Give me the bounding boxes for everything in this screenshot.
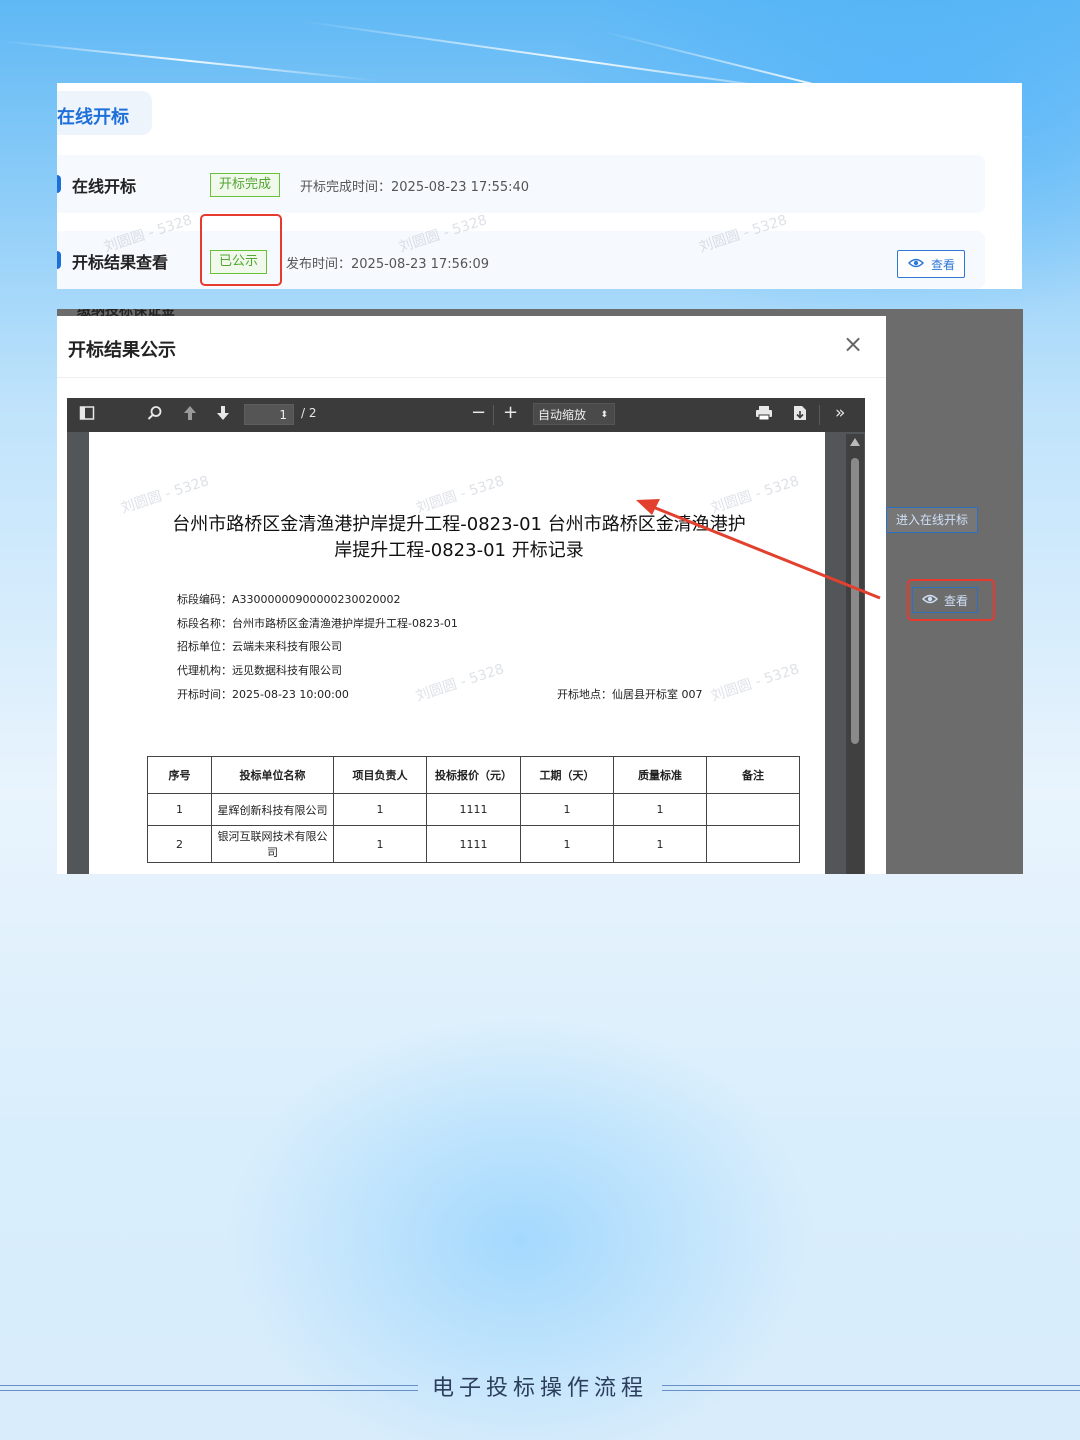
zoom-in-icon[interactable]: + — [503, 402, 518, 423]
column-header: 序号 — [147, 756, 212, 794]
result-modal: 开标结果公示 × 1 / 2 − + 自动缩放 ⬍ » 台州市路桥区金清渔港护岸… — [57, 316, 886, 874]
pdf-toolbar: 1 / 2 − + 自动缩放 ⬍ » — [67, 398, 865, 432]
open-time: 开标时间：2025-08-23 10:00:00 — [177, 688, 349, 701]
watermark: 刘圆圆 - 5328 — [709, 473, 802, 517]
table-cell: 1 — [520, 825, 614, 863]
eye-icon — [907, 257, 925, 272]
close-icon[interactable]: × — [843, 332, 863, 356]
table-cell — [706, 825, 800, 863]
column-header: 质量标准 — [613, 756, 707, 794]
bid-record-table: 序号 投标单位名称 项目负责人 投标报价（元） 工期（天） 质量标准 备注 1 — [147, 756, 800, 863]
scrollbar[interactable] — [846, 434, 864, 874]
table-header-row: 序号 投标单位名称 项目负责人 投标报价（元） 工期（天） 质量标准 备注 — [147, 756, 800, 794]
select-arrows-icon: ⬍ — [600, 410, 608, 420]
open-place: 开标地点：仙居县开标室 007 — [557, 688, 703, 701]
view-button[interactable]: 查看 — [897, 250, 965, 278]
column-header: 项目负责人 — [333, 756, 427, 794]
column-header: 工期（天） — [520, 756, 614, 794]
table-cell: 1 — [520, 793, 614, 826]
status-badge: 开标完成 — [210, 173, 281, 197]
table-cell: 银河互联网技术有限公司 — [211, 825, 334, 863]
section-name: 标段名称：台州市路桥区金清渔港护岸提升工程-0823-01 — [177, 617, 458, 630]
table-cell: 1 — [613, 825, 707, 863]
row-indicator — [57, 175, 61, 193]
divider — [493, 405, 494, 425]
table-cell: 1 — [613, 793, 707, 826]
divider — [819, 405, 820, 425]
zoom-out-icon[interactable]: − — [471, 402, 486, 423]
watermark: 刘圆圆 - 5328 — [709, 661, 802, 705]
highlight-box — [200, 214, 282, 286]
print-icon[interactable] — [755, 405, 773, 425]
page-total: / 2 — [301, 406, 317, 420]
search-icon[interactable] — [147, 405, 163, 425]
page-number-input[interactable]: 1 — [244, 404, 294, 425]
watermark: 刘圆圆 - 5328 — [414, 473, 507, 517]
table-row: 2 银河互联网技术有限公司 1 1111 1 1 — [147, 825, 800, 863]
pdf-viewer: 台州市路桥区金清渔港护岸提升工程-0823-01 台州市路桥区金清渔港护 岸提升… — [67, 432, 865, 874]
watermark: 刘圆圆 - 5328 — [414, 661, 507, 705]
divider — [57, 377, 886, 378]
row-title: 开标结果查看 — [72, 253, 169, 272]
row-title: 在线开标 — [72, 177, 137, 196]
more-tools-icon[interactable]: » — [835, 403, 845, 423]
enter-online-opening-button[interactable]: 进入在线开标 — [886, 507, 978, 533]
table-cell: 1 — [333, 825, 427, 863]
tenderer: 招标单位：云端未来科技有限公司 — [177, 640, 342, 653]
table-cell: 星辉创新科技有限公司 — [211, 793, 334, 826]
opening-complete-time: 开标完成时间：2025-08-23 17:55:40 — [300, 180, 530, 195]
modal-title: 开标结果公示 — [68, 340, 176, 361]
document-title-line: 台州市路桥区金清渔港护岸提升工程-0823-01 台州市路桥区金清渔港护 — [172, 514, 746, 535]
table-cell: 1111 — [426, 793, 521, 826]
row-online-opening: 在线开标 开标完成 开标完成时间：2025-08-23 17:55:40 — [57, 155, 985, 213]
row-indicator — [57, 251, 61, 269]
scroll-up-icon[interactable] — [850, 438, 860, 446]
next-page-icon[interactable] — [215, 405, 231, 425]
online-opening-panel: 在线开标 在线开标 开标完成 开标完成时间：2025-08-23 17:55:4… — [57, 83, 1022, 289]
table-cell: 1111 — [426, 825, 521, 863]
background-streak — [0, 40, 379, 82]
result-dialog-screenshot: 缴纳投标保证金 进入在线开标 查看 开标结果公示 × 1 / 2 − + 自动缩… — [57, 309, 1023, 874]
sidebar-toggle-icon[interactable] — [79, 405, 95, 425]
table-cell: 1 — [333, 793, 427, 826]
panel-tab-label: 在线开标 — [57, 107, 129, 128]
column-header: 投标报价（元） — [426, 756, 521, 794]
zoom-select[interactable]: 自动缩放 ⬍ — [533, 403, 615, 425]
document-title-line: 岸提升工程-0823-01 开标记录 — [334, 540, 584, 561]
section-code: 标段编码：A33000000900000230020002 — [177, 593, 401, 606]
zoom-select-value: 自动缩放 — [538, 408, 587, 422]
document-title: 台州市路桥区金清渔港护岸提升工程-0823-01 台州市路桥区金清渔港护 岸提升… — [149, 512, 769, 564]
scrollbar-thumb[interactable] — [851, 458, 859, 744]
table-cell — [706, 793, 800, 826]
column-header: 投标单位名称 — [211, 756, 334, 794]
download-icon[interactable] — [793, 405, 807, 425]
table-cell: 2 — [147, 825, 212, 863]
table-cell: 1 — [147, 793, 212, 826]
view-button-label: 查看 — [931, 258, 956, 272]
table-row: 1 星辉创新科技有限公司 1 1111 1 1 — [147, 793, 800, 826]
row-result-view: 开标结果查看 已公示 发布时间：2025-08-23 17:56:09 查看 — [57, 231, 985, 289]
watermark: 刘圆圆 - 5328 — [119, 473, 212, 517]
column-header: 备注 — [706, 756, 800, 794]
highlight-box — [907, 579, 995, 621]
pdf-page: 台州市路桥区金清渔港护岸提升工程-0823-01 台州市路桥区金清渔港护 岸提升… — [89, 432, 825, 874]
previous-page-icon[interactable] — [182, 405, 198, 425]
agency: 代理机构：远见数据科技有限公司 — [177, 664, 342, 677]
publish-time: 发布时间：2025-08-23 17:56:09 — [286, 257, 490, 272]
footer-title: 电子投标操作流程 — [431, 1376, 648, 1401]
